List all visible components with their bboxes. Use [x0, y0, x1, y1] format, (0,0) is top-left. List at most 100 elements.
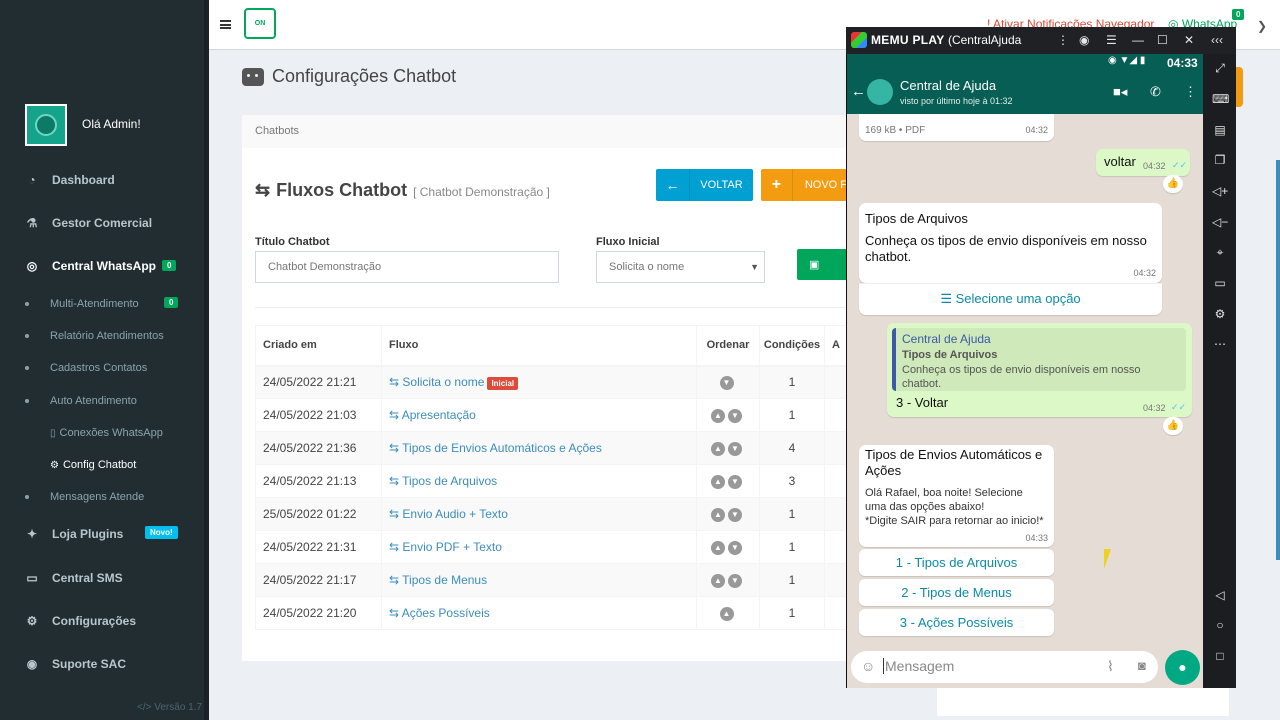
more-vert-icon[interactable]: ⋮ — [1057, 33, 1069, 47]
menu-icon[interactable]: ☰ — [1106, 33, 1117, 47]
incoming-menu-message[interactable]: Tipos de Envios Automáticos e Ações Olá … — [859, 445, 1054, 547]
option-button-1[interactable]: 1 - Tipos de Arquivos — [859, 549, 1054, 576]
arrow-down-icon[interactable]: ▼ — [728, 508, 742, 522]
arrow-up-icon[interactable]: ▲ — [711, 475, 725, 489]
incoming-message[interactable]: Tipos de Arquivos Conheça os tipos de en… — [859, 203, 1162, 283]
outgoing-message[interactable]: voltar 04:32 ✓✓ — [1096, 149, 1190, 176]
arrow-up-icon[interactable]: ▲ — [711, 442, 725, 456]
sidebar-sub-config-chatbot[interactable]: ⚙ Config Chatbot — [0, 449, 204, 481]
contact-name[interactable]: Central de Ajuda — [900, 78, 996, 93]
flow-link[interactable]: ⇆ Ações Possíveis — [389, 606, 490, 620]
new-flow-button[interactable]: + NOVO F — [761, 169, 847, 201]
nav-home-icon[interactable]: ○ — [1212, 618, 1228, 634]
sidebar-item-central-whatsapp[interactable]: ◎ Central WhatsApp 0 — [0, 246, 204, 286]
sidebar-sub-multi-atendimento[interactable]: Multi-Atendimento 0 — [0, 288, 204, 320]
arrow-down-icon[interactable]: ▼ — [728, 409, 742, 423]
flow-link[interactable]: ⇆ Solicita o nome — [389, 375, 484, 389]
arrow-down-icon[interactable]: ▼ — [728, 475, 742, 489]
col-header[interactable]: Condições — [759, 325, 825, 367]
sidebar-item-suporte[interactable]: ◉ Suporte SAC — [0, 644, 204, 684]
flow-select[interactable]: Solicita o nome ▼ — [596, 251, 765, 283]
col-header[interactable]: A — [824, 325, 848, 367]
volume-up-icon[interactable]: ◁+ — [1212, 184, 1228, 200]
sidebar-item-loja-plugins[interactable]: ✦ Loja Plugins Novo! — [0, 514, 204, 554]
nav-back-icon[interactable]: ◁ — [1212, 588, 1228, 604]
flow-link[interactable]: ⇆ Apresentação — [389, 408, 476, 422]
message-input[interactable]: ☺ Mensagem ⌇ ◙ — [851, 651, 1158, 683]
keyboard-icon[interactable]: ⌨ — [1212, 92, 1229, 108]
scrollbar[interactable] — [1276, 160, 1280, 560]
volume-down-icon[interactable]: ◁− — [1212, 215, 1228, 231]
side-tab[interactable] — [1236, 67, 1243, 107]
action-cell[interactable] — [824, 563, 848, 597]
sidebar-sub-conexoes[interactable]: ▯ Conexões WhatsApp — [0, 417, 204, 449]
sidebar-item-central-sms[interactable]: ▭ Central SMS — [0, 558, 204, 598]
action-cell[interactable] — [824, 398, 848, 432]
pdf-message[interactable]: 169 kB • PDF 04:32 — [859, 114, 1054, 141]
col-header[interactable]: Criado em — [255, 325, 382, 367]
action-cell[interactable] — [824, 530, 848, 564]
arrow-up-icon[interactable]: ▲ — [711, 574, 725, 588]
chat-menu-icon[interactable]: ⋮ — [1184, 84, 1197, 100]
action-cell[interactable] — [824, 464, 848, 498]
video-call-icon[interactable]: ■◂ — [1113, 84, 1127, 100]
sidebar-sub-auto-atendimento[interactable]: Auto Atendimento — [0, 385, 204, 417]
action-cell[interactable] — [824, 431, 848, 465]
action-cell[interactable] — [824, 365, 848, 399]
flow-link[interactable]: ⇆ Tipos de Menus — [389, 573, 487, 587]
arrow-down-icon[interactable]: ▼ — [728, 574, 742, 588]
close-icon[interactable]: ✕ — [1184, 33, 1194, 47]
col-header[interactable]: Ordenar — [696, 325, 760, 367]
title-field[interactable]: Chatbot Demonstração — [255, 251, 559, 283]
sidebar-item-configuracoes[interactable]: ⚙ Configurações — [0, 601, 204, 641]
attach-icon[interactable]: ⌇ — [1107, 658, 1114, 675]
mic-button[interactable]: ● — [1165, 650, 1200, 685]
breadcrumb-item[interactable]: Chatbots — [255, 125, 299, 137]
settings-icon[interactable]: ⚙ — [1212, 307, 1228, 323]
contact-avatar[interactable] — [867, 79, 893, 105]
arrow-down-icon[interactable]: ▼ — [719, 376, 734, 391]
flow-link[interactable]: ⇆ Tipos de Arquivos — [389, 474, 497, 488]
sidebar-sub-mensagens[interactable]: Mensagens Atende — [0, 481, 204, 513]
arrow-up-icon[interactable]: ▲ — [711, 508, 725, 522]
account-icon[interactable]: ◉ — [1079, 33, 1089, 47]
arrow-down-icon[interactable]: ▼ — [728, 541, 742, 555]
outgoing-reply-message[interactable]: Central de Ajuda Tipos de Arquivos Conhe… — [887, 323, 1192, 417]
flow-link[interactable]: ⇆ Envio PDF + Texto — [389, 540, 502, 554]
sidebar-sub-relatorio[interactable]: Relatório Atendimentos — [0, 320, 204, 352]
location-icon[interactable]: ⌖ — [1212, 245, 1228, 261]
more-horiz-icon[interactable]: ⋯ — [1212, 337, 1228, 353]
arrow-up-icon[interactable]: ▲ — [719, 607, 734, 621]
chevron-right-icon[interactable]: ❯ — [1257, 19, 1267, 33]
flow-link[interactable]: ⇆ Envio Audio + Texto — [389, 507, 508, 521]
select-option-button[interactable]: ☰ Selecione uma opção — [859, 283, 1162, 315]
arrow-down-icon[interactable]: ▼ — [728, 442, 742, 456]
multi-window-icon[interactable]: ❐ — [1212, 153, 1228, 169]
back-button[interactable]: ← VOLTAR — [656, 169, 753, 201]
nav-recent-icon[interactable]: □ — [1212, 649, 1228, 665]
camera-icon[interactable]: ◙ — [1138, 658, 1146, 673]
sidebar-item-dashboard[interactable]: ◔ Dashboard — [0, 160, 204, 200]
menu-toggle-icon[interactable] — [220, 20, 231, 29]
fullscreen-icon[interactable]: ⤢ — [1212, 61, 1228, 77]
flow-link[interactable]: ⇆ Tipos de Envios Automáticos e Ações — [389, 441, 602, 455]
save-button[interactable]: ▣ — [797, 249, 847, 280]
apk-icon[interactable]: ▤ — [1212, 123, 1228, 139]
sidebar-sub-cadastros[interactable]: Cadastros Contatos — [0, 352, 204, 384]
minimize-icon[interactable]: — — [1132, 33, 1144, 47]
back-arrow-icon[interactable]: ← — [851, 83, 866, 100]
action-cell[interactable] — [824, 497, 848, 531]
reaction-icon[interactable]: 👍 — [1163, 175, 1183, 193]
arrow-up-icon[interactable]: ▲ — [711, 409, 725, 423]
maximize-icon[interactable]: ☐ — [1157, 33, 1168, 47]
option-button-2[interactable]: 2 - Tipos de Menus — [859, 579, 1054, 606]
quoted-message[interactable]: Central de Ajuda Tipos de Arquivos Conhe… — [892, 328, 1186, 391]
action-cell[interactable] — [824, 596, 848, 630]
emoji-icon[interactable]: ☺ — [861, 658, 875, 674]
collapse-icon[interactable]: ‹‹‹ — [1211, 33, 1223, 47]
option-button-3[interactable]: 3 - Ações Possíveis — [859, 609, 1054, 636]
phone-call-icon[interactable]: ✆ — [1150, 84, 1161, 100]
arrow-up-icon[interactable]: ▲ — [711, 541, 725, 555]
reaction-icon[interactable]: 👍 — [1163, 417, 1183, 435]
col-header[interactable]: Fluxo — [381, 325, 697, 367]
